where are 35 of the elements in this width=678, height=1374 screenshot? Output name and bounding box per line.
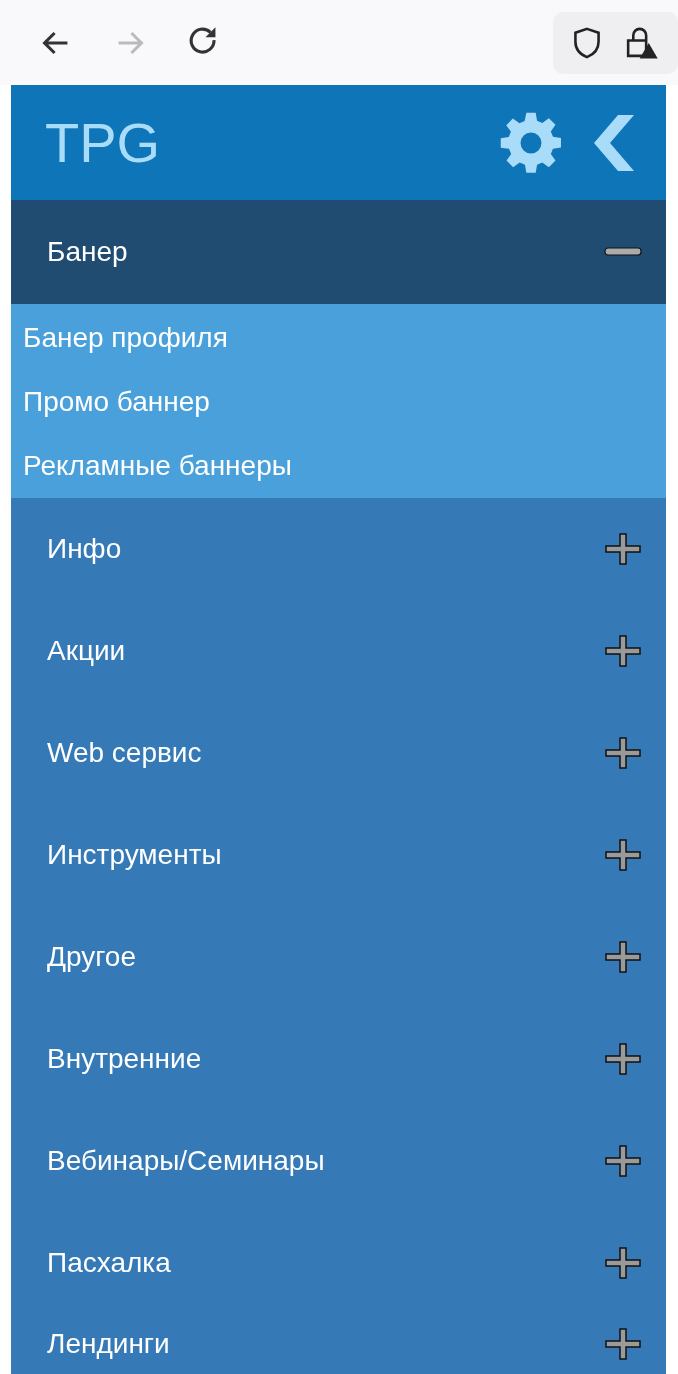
menu-group[interactable]: Банер xyxy=(11,200,666,304)
menu-group[interactable]: Другое xyxy=(11,906,666,1008)
menu-group[interactable]: Внутренние xyxy=(11,1008,666,1110)
menu-group-label: Внутренние xyxy=(47,1043,202,1075)
menu-group-label: Лендинги xyxy=(47,1328,170,1360)
menu-group[interactable]: Web сервис xyxy=(11,702,666,804)
plus-icon[interactable] xyxy=(604,1327,642,1361)
menu-group[interactable]: Акции xyxy=(11,600,666,702)
menu-group[interactable]: Вебинары/Семинары xyxy=(11,1110,666,1212)
menu-group-label: Акции xyxy=(47,635,126,667)
plus-icon[interactable] xyxy=(604,838,642,872)
menu-group-label: Вебинары/Семинары xyxy=(47,1145,325,1177)
plus-icon[interactable] xyxy=(604,634,642,668)
submenu-link[interactable]: Промо баннер xyxy=(11,370,210,434)
menu-group-label: Инфо xyxy=(47,533,122,565)
menu-group[interactable]: Инфо xyxy=(11,498,666,600)
menu-group-label: Пасхалка xyxy=(47,1247,171,1279)
submenu-link[interactable]: Банер профиля xyxy=(11,306,228,370)
menu-group-label: Инструменты xyxy=(47,839,222,871)
menu-group-label: Web сервис xyxy=(47,737,202,769)
menu-group[interactable]: Лендинги xyxy=(11,1314,666,1374)
menu-group[interactable]: Инструменты xyxy=(11,804,666,906)
plus-icon[interactable] xyxy=(604,532,642,566)
menu-group-label: Банер xyxy=(47,236,128,268)
plus-icon[interactable] xyxy=(604,1042,642,1076)
plus-icon[interactable] xyxy=(604,1246,642,1280)
menu-group-label: Другое xyxy=(47,941,136,973)
plus-icon[interactable] xyxy=(604,940,642,974)
submenu-link[interactable]: Рекламные баннеры xyxy=(11,434,292,498)
menu-group[interactable]: Пасхалка xyxy=(11,1212,666,1314)
address-bar[interactable] xyxy=(553,12,678,74)
app-title: TPG xyxy=(45,110,162,175)
plus-icon[interactable] xyxy=(604,736,642,770)
minus-icon[interactable] xyxy=(604,247,642,257)
plus-icon[interactable] xyxy=(604,1144,642,1178)
